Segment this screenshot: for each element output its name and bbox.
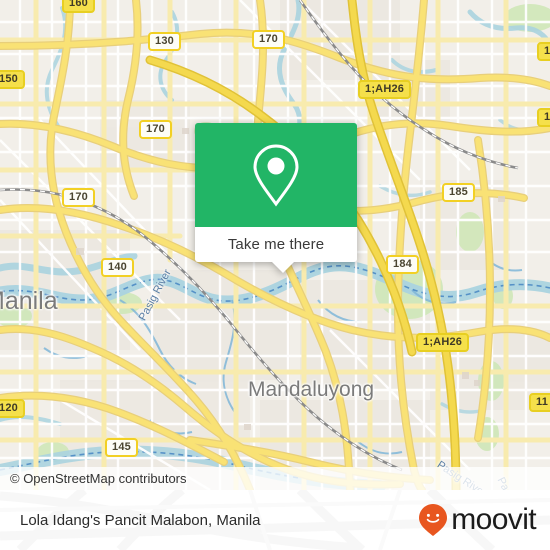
callout-pointer xyxy=(272,262,294,273)
place-label-manila: Manila xyxy=(0,287,58,315)
road-shield-1-ah26-s[interactable]: 1;AH26 xyxy=(416,333,470,352)
map-attribution-bar: © OpenStreetMap contributors xyxy=(0,467,550,490)
road-shield-11-ne[interactable]: 11 xyxy=(537,42,550,61)
app-screen: Manila Mandaluyong Pasig River Pasig Riv… xyxy=(0,0,550,550)
moovit-smiley-pin-icon xyxy=(419,504,448,536)
take-me-there-label: Take me there xyxy=(227,236,325,253)
road-shield-130[interactable]: 130 xyxy=(148,32,181,51)
road-shield-170-sw[interactable]: 170 xyxy=(62,188,95,207)
openstreetmap-attribution[interactable]: © OpenStreetMap contributors xyxy=(10,471,187,486)
callout-icon-area xyxy=(195,123,357,227)
road-shield-145[interactable]: 145 xyxy=(105,438,138,457)
road-shield-150[interactable]: 150 xyxy=(0,70,25,89)
moovit-wordmark: moovit xyxy=(451,503,536,536)
road-shield-11-e[interactable]: 11 xyxy=(537,108,550,127)
road-shield-170-w[interactable]: 170 xyxy=(139,120,172,139)
map-canvas[interactable]: Manila Mandaluyong Pasig River Pasig Riv… xyxy=(0,0,550,490)
road-shield-140[interactable]: 140 xyxy=(101,258,134,277)
place-title: Lola Idang's Pancit Malabon, Manila xyxy=(20,511,261,529)
road-shield-11-se[interactable]: 11 xyxy=(529,393,550,412)
location-callout-card[interactable]: Take me there xyxy=(195,123,357,273)
road-shield-170-n[interactable]: 170 xyxy=(252,30,285,49)
footer-bar: Lola Idang's Pancit Malabon, Manila moov… xyxy=(0,490,550,550)
road-shield-160[interactable]: 160 xyxy=(62,0,95,13)
moovit-brand[interactable]: moovit xyxy=(418,503,537,537)
road-shield-1-ah26-n[interactable]: 1;AH26 xyxy=(358,80,412,99)
road-shield-185[interactable]: 185 xyxy=(442,183,475,202)
road-shield-120[interactable]: 120 xyxy=(0,399,25,418)
map-pin-icon xyxy=(253,144,299,207)
road-shield-184[interactable]: 184 xyxy=(386,255,419,274)
place-label-mandaluyong: Mandaluyong xyxy=(248,378,375,401)
take-me-there-button[interactable]: Take me there xyxy=(195,227,357,262)
